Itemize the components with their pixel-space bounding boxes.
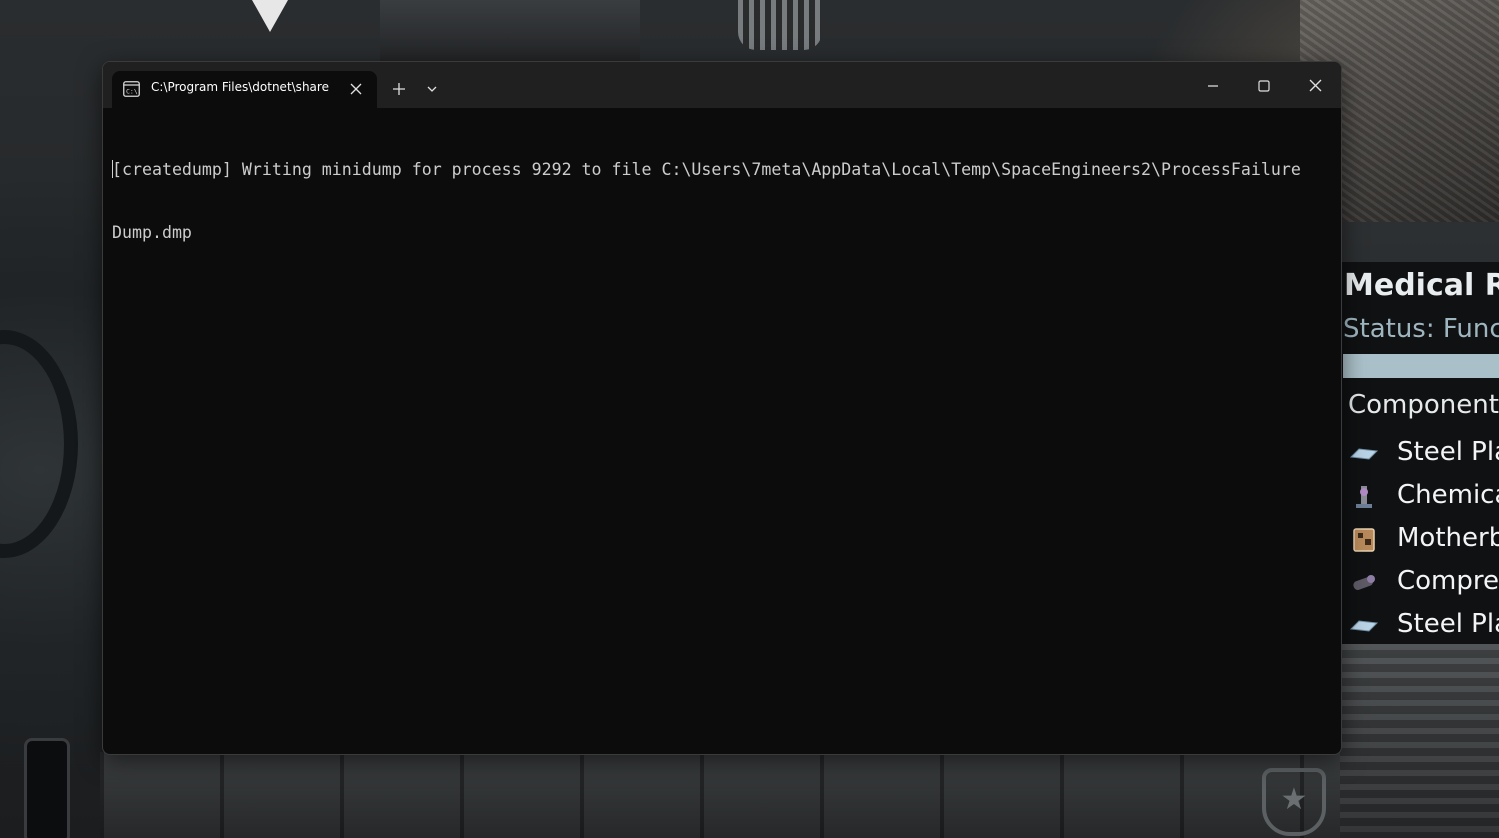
list-item: Steel Pla	[1341, 434, 1499, 477]
output-line: Dump.dmp	[112, 223, 192, 242]
waypoint-arrow-icon	[252, 0, 288, 32]
block-info-panel: Medical Ro Status: Func Component Steel …	[1341, 262, 1499, 644]
close-window-button[interactable]	[1300, 72, 1330, 100]
component-label: Motherb	[1397, 523, 1499, 553]
component-label: Steel Pla	[1397, 609, 1499, 639]
output-line: [createdump] Writing minidump for proces…	[112, 160, 1301, 179]
wall-ring	[0, 330, 78, 558]
tab-share[interactable]: C:\ C:\Program Files\dotnet\share	[112, 71, 377, 108]
svg-text:C:\: C:\	[126, 88, 138, 96]
component-list: Steel Pla Chemica Motherb Compres	[1341, 434, 1499, 644]
faction-emblem-icon: ★	[1262, 768, 1326, 836]
block-status: Status: Func	[1343, 314, 1499, 344]
title-bar[interactable]: C:\ C:\Program Files\dotnet\share	[103, 62, 1341, 108]
minimize-button[interactable]	[1198, 72, 1228, 100]
components-heading: Component	[1348, 390, 1499, 420]
compressor-icon	[1353, 575, 1375, 590]
terminal-icon: C:\	[123, 81, 140, 97]
steel-plate-icon	[1349, 448, 1379, 460]
motherboard-icon	[1353, 528, 1375, 552]
block-title: Medical Ro	[1344, 268, 1499, 303]
new-tab-button[interactable]	[386, 76, 412, 102]
right-machinery	[1340, 644, 1499, 838]
integrity-bar	[1343, 354, 1499, 378]
steel-plate-icon	[1349, 620, 1379, 632]
tab-title: C:\Program Files\dotnet\share	[151, 80, 329, 94]
text-cursor	[112, 160, 113, 178]
ceiling-coils	[738, 0, 822, 50]
terminal-output[interactable]: [createdump] Writing minidump for proces…	[112, 117, 1332, 285]
component-label: Chemica	[1397, 480, 1499, 510]
floor-machinery	[100, 752, 1340, 838]
close-tab-icon[interactable]	[346, 79, 366, 99]
list-item: Compres	[1341, 563, 1499, 606]
tab-dropdown-chevron-down-icon[interactable]	[419, 76, 445, 102]
ceiling-machinery	[380, 0, 640, 64]
maximize-button[interactable]	[1249, 72, 1279, 100]
list-item: Steel Pla	[1341, 606, 1499, 644]
component-label: Compres	[1397, 566, 1499, 596]
component-label: Steel Pla	[1397, 437, 1499, 467]
list-item: Chemica	[1341, 477, 1499, 520]
list-item: Motherb	[1341, 520, 1499, 563]
chemical-icon	[1356, 486, 1372, 508]
wall-slot	[24, 738, 70, 838]
terminal-window[interactable]: C:\ C:\Program Files\dotnet\share [creat…	[102, 61, 1342, 755]
